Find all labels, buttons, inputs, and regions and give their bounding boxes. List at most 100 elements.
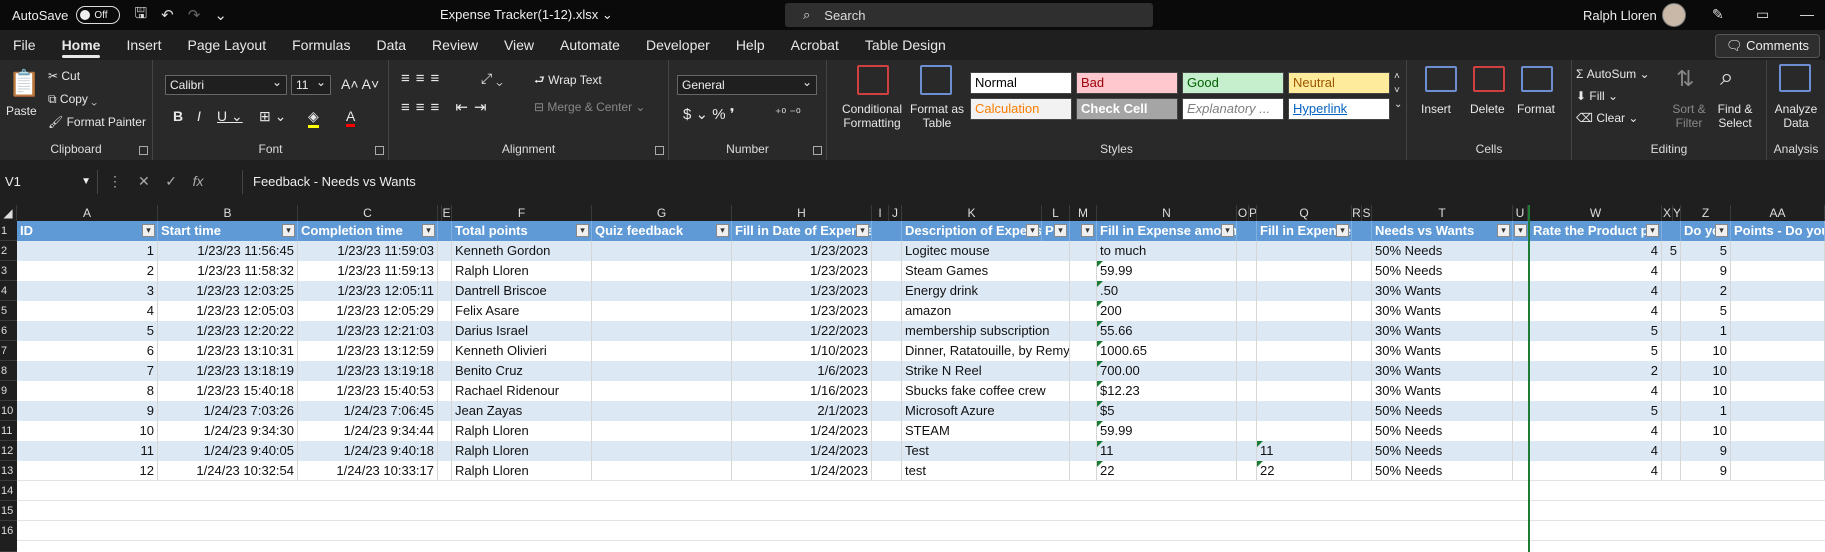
header-date-of-expense[interactable]: Fill in Date of Expense ▾ — [732, 221, 872, 241]
cell-description[interactable]: Microsoft Azure — [902, 401, 1070, 421]
cell-total-points[interactable]: Jean Zayas — [452, 401, 592, 421]
cell-id[interactable]: 1 — [17, 241, 158, 261]
cell-date-of-expense[interactable]: 1/23/2023 — [732, 261, 872, 281]
more-options-icon[interactable]: ⋮ — [108, 173, 122, 190]
cell-points[interactable] — [1731, 361, 1825, 381]
cell-quiz-feedback[interactable] — [592, 241, 732, 261]
col-header-y[interactable]: Y — [1673, 205, 1681, 221]
tab-insert[interactable]: Insert — [113, 30, 174, 60]
filter-dropdown-icon[interactable]: ▾ — [422, 224, 435, 237]
cell-description[interactable]: Strike N Reel — [902, 361, 1070, 381]
col-header-r[interactable]: R — [1352, 205, 1362, 221]
cell-points[interactable] — [1731, 441, 1825, 461]
cell-ij[interactable] — [872, 281, 902, 301]
cell-fill-in-expense[interactable] — [1257, 261, 1352, 281]
cell-fill-in-expense[interactable] — [1257, 301, 1352, 321]
cell-fill-in-expense[interactable] — [1257, 241, 1352, 261]
cell-rate-product[interactable]: 5 — [1530, 341, 1662, 361]
cell-op[interactable] — [1237, 261, 1257, 281]
empty-row[interactable] — [17, 521, 1825, 541]
cell-quiz-feedback[interactable] — [592, 441, 732, 461]
cell-fill-in-expense[interactable] — [1257, 421, 1352, 441]
cell-x[interactable]: 5 — [1662, 241, 1681, 261]
cell-date-of-expense[interactable]: 1/23/2023 — [732, 301, 872, 321]
tab-help[interactable]: Help — [723, 30, 778, 60]
cell-quiz-feedback[interactable] — [592, 341, 732, 361]
cell-do-you[interactable]: 10 — [1681, 381, 1731, 401]
cell-total-points[interactable]: Kenneth Olivieri — [452, 341, 592, 361]
cell-hidden[interactable] — [438, 321, 452, 341]
cell-completion-time[interactable]: 1/23/23 11:59:13 — [298, 261, 438, 281]
cell-m[interactable] — [1070, 441, 1097, 461]
cell-rs[interactable] — [1352, 401, 1372, 421]
cell-completion-time[interactable]: 1/23/23 11:59:03 — [298, 241, 438, 261]
col-header-m[interactable]: M — [1070, 205, 1097, 221]
cell-x[interactable] — [1662, 321, 1681, 341]
cell-m[interactable] — [1070, 401, 1097, 421]
undo-icon[interactable]: ↶ — [161, 6, 174, 24]
cell-hidden[interactable] — [438, 381, 452, 401]
filter-dropdown-icon[interactable]: ▾ — [142, 224, 155, 237]
col-header-p[interactable]: P — [1249, 205, 1257, 221]
font-family-select[interactable]: Calibri — [165, 73, 287, 95]
decimal-icons[interactable]: ⁺⁰ ⁻⁰ — [775, 106, 801, 120]
cell-do-you[interactable]: 2 — [1681, 281, 1731, 301]
cell-needs-vs-wants[interactable]: 50% Needs — [1372, 401, 1513, 421]
fill-color-icon[interactable]: ◈ — [308, 108, 319, 128]
col-header-x[interactable]: X — [1662, 205, 1673, 221]
cell-op[interactable] — [1237, 281, 1257, 301]
tab-formulas[interactable]: Formulas — [279, 30, 363, 60]
cell-expense-amount[interactable]: 1000.65 — [1097, 341, 1237, 361]
cell-start-time[interactable]: 1/23/23 11:58:32 — [158, 261, 298, 281]
header-needs-vs-wants[interactable]: Needs vs Wants ▾ — [1372, 221, 1513, 241]
cell-start-time[interactable]: 1/23/23 13:18:19 — [158, 361, 298, 381]
name-box[interactable]: V1 ▼ — [0, 170, 98, 194]
cell-description[interactable]: membership subscription — [902, 321, 1070, 341]
col-header-g[interactable]: G — [592, 205, 732, 221]
header-start-time[interactable]: Start time ▾ — [158, 221, 298, 241]
cell-total-points[interactable]: Ralph Lloren — [452, 261, 592, 281]
cell-rate-product[interactable]: 4 — [1530, 301, 1662, 321]
cell-date-of-expense[interactable]: 1/6/2023 — [732, 361, 872, 381]
cell-m[interactable] — [1070, 261, 1097, 281]
cell-x[interactable] — [1662, 421, 1681, 441]
cell-m[interactable] — [1070, 301, 1097, 321]
cell-total-points[interactable]: Darius Israel — [452, 321, 592, 341]
cell-completion-time[interactable]: 1/23/23 15:40:53 — [298, 381, 438, 401]
conditional-formatting-icon[interactable] — [857, 65, 889, 95]
cell-x[interactable] — [1662, 261, 1681, 281]
header-m[interactable]: ▾ — [1070, 221, 1097, 241]
col-header-k[interactable]: K — [902, 205, 1042, 221]
cell-total-points[interactable]: Rachael Ridenour — [452, 381, 592, 401]
cell-do-you[interactable]: 10 — [1681, 361, 1731, 381]
filter-dropdown-icon[interactable]: ▾ — [1026, 224, 1039, 237]
cell-hidden[interactable] — [438, 441, 452, 461]
cell-fill-in-expense[interactable] — [1257, 321, 1352, 341]
row-header[interactable]: 8 — [0, 361, 17, 381]
clear-button[interactable]: ⌫ Clear ⌄ — [1576, 111, 1638, 125]
cell-date-of-expense[interactable]: 1/23/2023 — [732, 241, 872, 261]
cell-rate-product[interactable]: 4 — [1530, 241, 1662, 261]
search-input[interactable]: ⌕ Search — [785, 3, 1153, 27]
cell-do-you[interactable]: 5 — [1681, 301, 1731, 321]
delete-cells-icon[interactable] — [1473, 66, 1505, 92]
cell-completion-time[interactable]: 1/23/23 12:05:29 — [298, 301, 438, 321]
copy-button[interactable]: ⧉ Copy ⌄ — [48, 92, 97, 107]
cell-rate-product[interactable]: 4 — [1530, 441, 1662, 461]
col-header-e[interactable]: E — [442, 205, 452, 221]
cell-rs[interactable] — [1352, 341, 1372, 361]
cell-ij[interactable] — [872, 361, 902, 381]
cell-fill-in-expense[interactable] — [1257, 361, 1352, 381]
cell-description[interactable]: STEAM — [902, 421, 1070, 441]
tab-review[interactable]: Review — [419, 30, 491, 60]
cell-start-time[interactable]: 1/23/23 11:56:45 — [158, 241, 298, 261]
cell-op[interactable] — [1237, 401, 1257, 421]
cell-id[interactable]: 7 — [17, 361, 158, 381]
cell-expense-amount[interactable]: 55.66 — [1097, 321, 1237, 341]
cell-rs[interactable] — [1352, 421, 1372, 441]
cell-op[interactable] — [1237, 421, 1257, 441]
sort-filter-icon[interactable]: ⇅ — [1676, 66, 1694, 92]
cell-id[interactable]: 8 — [17, 381, 158, 401]
cell-op[interactable] — [1237, 241, 1257, 261]
cell-id[interactable]: 10 — [17, 421, 158, 441]
